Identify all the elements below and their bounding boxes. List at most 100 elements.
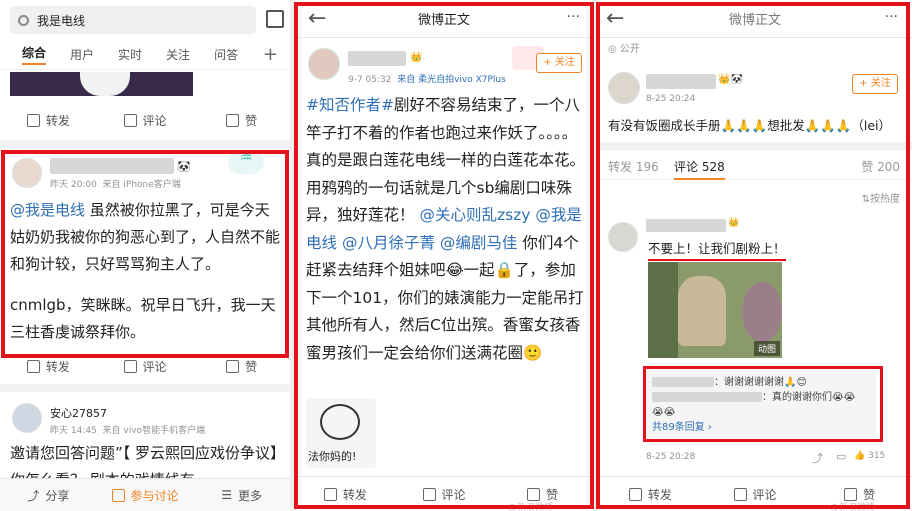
hashtag-link[interactable]: #知否作者# [306,96,394,114]
comment-icon [733,487,747,501]
username-masked[interactable] [50,158,174,174]
thumbs-up-icon [527,487,541,501]
post-source[interactable]: 来自 iPhone客户端 [103,180,181,190]
more-button[interactable]: ☰ 更多 [193,487,290,504]
avatar[interactable] [608,222,638,252]
search-results-panel: 我是电线 综合 用户 实时 关注 问答 + 转发 评论 赞 🐼 ♒ 昨天 20:… [0,0,290,511]
avatar[interactable] [12,158,42,188]
media-thumbnail[interactable] [10,72,193,96]
repost-button[interactable]: 转发 [296,486,395,503]
post-body: #知否作者#剧好不容易结束了，一个八竿子打不着的作者也跑过来作妖了。。。。真的是… [306,92,586,367]
post-time: 8-25 20:24 [646,94,696,104]
tab-qa[interactable]: 问答 [214,46,238,63]
add-tab-icon[interactable]: + [263,44,278,65]
visibility-label: ◎ 公开 [608,40,640,55]
repost-label: 转发 [647,487,672,502]
comment-icon [123,359,137,373]
follow-button[interactable]: + 关注 [536,53,582,73]
action-bar-2: 转发 评论 赞 [0,356,290,376]
share-label: 分享 [45,488,70,503]
tab-realtime[interactable]: 实时 [118,46,142,63]
avatar[interactable] [608,72,640,104]
tab-comments[interactable]: 评论 528 [674,158,725,180]
replies-box[interactable]: ：谢谢谢谢谢谢🙏😊 ：真的谢谢你们😭😭 😭😭 共89条回复 › [646,371,876,437]
repost-button[interactable]: 转发 [598,486,703,503]
repost-label: 转发 [45,113,70,128]
badge-icons: 👑🐼 [718,74,743,85]
repost-button[interactable]: 转发 [0,358,97,375]
comment-reply-icon[interactable]: ⤴ [812,450,823,466]
globe-icon: ◎ [608,44,617,55]
discuss-button[interactable]: 参与讨论 [97,487,194,504]
more-icon[interactable]: ··· [567,9,580,25]
page-title: 微博正文 [728,13,781,28]
avatar[interactable] [308,48,340,80]
reply-text: ：谢谢谢谢谢谢🙏😊 [714,377,807,388]
comment-time: 8-25 20:28 [646,452,696,462]
comment-button[interactable]: 评论 [703,486,808,503]
tab-reposts[interactable]: 转发 196 [608,158,659,175]
like-button[interactable]: 赞 [193,358,290,375]
divider [0,140,290,148]
post-time: 昨天 14:45 [50,426,97,436]
tab-users[interactable]: 用户 [70,46,94,63]
watermark: @新浪微博 [508,503,554,511]
repost-icon [26,359,40,373]
post-time: 昨天 20:00 [50,180,97,190]
repost-button[interactable]: 转发 [0,112,97,129]
gif-image[interactable]: 动图 [648,262,782,358]
sort-label: 按热度 [870,194,900,205]
username-masked[interactable] [646,74,716,89]
repost-icon [26,113,40,127]
post-text: 剧好不容易结束了，一个八竿子打不着的作者也跑过来作妖了。。。。真的是跟白莲花电线… [306,96,586,224]
back-arrow-icon[interactable]: ← [606,6,624,31]
search-bar[interactable]: 我是电线 [10,6,256,34]
post-text: 有没有饭圈成长手册🙏🙏🙏想批发🙏🙏🙏（lei） [608,118,892,133]
weibo-detail-panel-2: ← 微博正文 ··· 👑 + 关注 9-7 05:32 来自 柔光自拍vivo … [296,0,592,511]
username-masked[interactable] [646,219,726,232]
tab-follow[interactable]: 关注 [166,46,190,63]
more-icon[interactable]: ··· [885,9,898,25]
weibo-detail-panel-3: ← 微博正文 ··· ◎ 公开 👑🐼 + 关注 8-25 20:24 有没有饭圈… [598,0,912,511]
mention-link[interactable]: @八月徐子菁 [342,234,435,252]
tab-all[interactable]: 综合 [22,44,47,65]
visibility-text: 公开 [619,44,640,55]
comment-like-count: 315 [868,451,886,461]
bottom-bar: ⤴ 分享 参与讨论 ☰ 更多 [0,478,290,511]
mention-link[interactable]: @编剧马佳 [440,234,518,252]
comment-button[interactable]: 评论 [97,112,194,129]
post-text-2: cnmlgb，笑眯眯。祝早日飞升，我一天三柱香虔诚祭拜你。 [10,296,276,341]
share-button[interactable]: ⤴ 分享 [0,487,97,504]
post-source[interactable]: 来自 vivo智能手机客户端 [103,426,206,436]
badge-icon: ♒ [228,150,264,174]
gif-badge: 动图 [753,341,780,356]
edit-icon[interactable] [266,10,284,28]
view-all-replies-link[interactable]: 共89条回复 › [652,420,870,435]
post-source[interactable]: 来自 柔光自拍vivo X7Plus [397,75,506,85]
sort-toggle[interactable]: ⇅按热度 [862,190,900,205]
comment-label: 评论 [142,359,167,374]
like-button[interactable]: 赞 [193,112,290,129]
reply-user-masked[interactable] [652,377,714,387]
tab-likes[interactable]: 赞 200 [861,158,900,175]
thumbs-up-icon: 👍 [854,451,866,461]
avatar[interactable] [12,403,42,433]
back-arrow-icon[interactable]: ← [308,6,326,31]
reply-user-masked[interactable] [652,392,762,402]
comment-like[interactable]: 👍 315 [854,451,885,461]
comment-reply-count-icon[interactable]: ▭ [836,450,846,463]
follow-button[interactable]: + 关注 [852,74,898,94]
username-masked[interactable] [348,51,406,66]
reply-text: ：真的谢谢你们😭😭 [762,392,856,403]
comment-button[interactable]: 评论 [97,358,194,375]
comment-button[interactable]: 评论 [395,486,494,503]
sticker-image[interactable]: 法你妈的! [306,398,376,468]
reply-text: 😭😭 [652,407,676,418]
username[interactable]: 安心27857 [50,405,107,421]
nav-bar: ← 微博正文 ··· [296,0,592,38]
repost-label: 转发 [45,359,70,374]
search-input[interactable]: 我是电线 [37,12,85,29]
like-label: 赞 [245,113,258,128]
mention-link[interactable]: @关心则乱zszy [419,206,530,224]
mention-link[interactable]: @我是电线 [10,201,85,219]
